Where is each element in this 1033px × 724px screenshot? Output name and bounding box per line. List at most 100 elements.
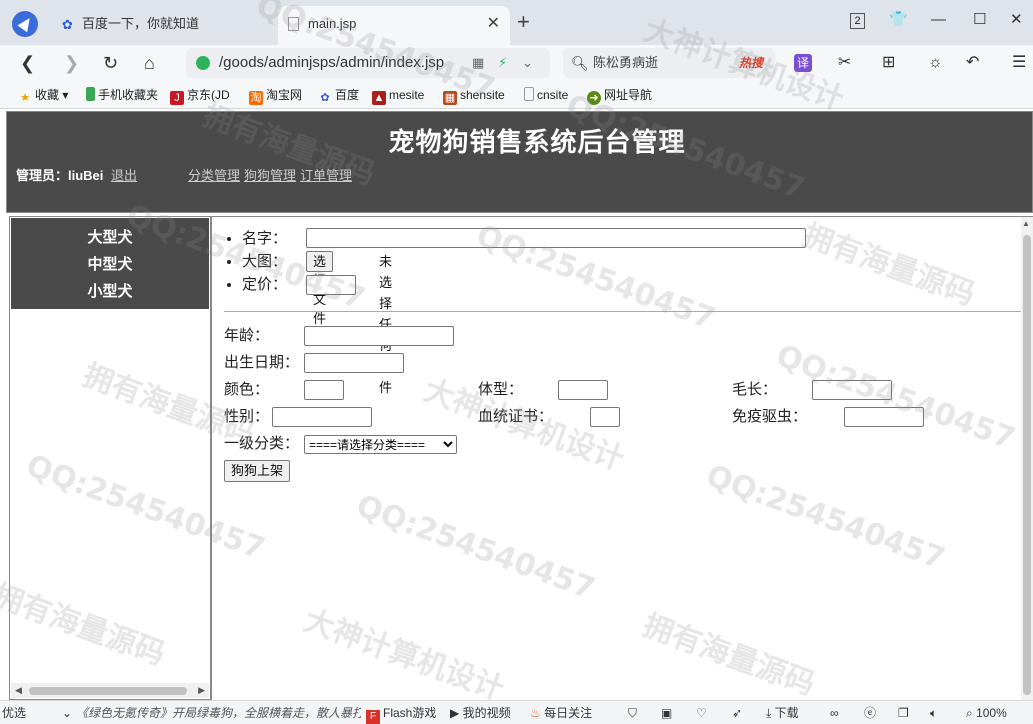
rocket-icon[interactable]: ➶ bbox=[732, 701, 742, 724]
menu-category-manage[interactable]: 分类管理 bbox=[188, 168, 240, 183]
basic-info-list: 名字： 大图： 选择文件 未选择任何文件 定价： bbox=[242, 227, 806, 395]
speaker-icon[interactable]: 🔈︎ bbox=[930, 701, 937, 724]
scissors-icon[interactable]: ✂ bbox=[838, 52, 851, 74]
bookmark-mobile[interactable]: 手机收藏夹 bbox=[86, 81, 158, 109]
image-label: 大图： bbox=[242, 253, 288, 270]
logout-link[interactable]: 退出 bbox=[111, 168, 137, 183]
lightning-icon[interactable]: ⚡ bbox=[498, 48, 507, 78]
undo-icon[interactable]: ↶ bbox=[966, 52, 979, 74]
flash-games[interactable]: F Flash游戏 bbox=[366, 701, 436, 724]
hair-length-input[interactable] bbox=[812, 380, 892, 400]
new-tab-icon[interactable]: + bbox=[517, 10, 530, 34]
size-input[interactable] bbox=[558, 380, 608, 400]
page-icon bbox=[288, 17, 299, 31]
maximize-icon[interactable]: ☐ bbox=[973, 10, 986, 30]
ie-icon[interactable]: ⓔ bbox=[864, 701, 876, 724]
price-input[interactable] bbox=[306, 275, 356, 295]
publish-dog-button[interactable]: 狗狗上架 bbox=[224, 460, 291, 482]
bookmark-favorites[interactable]: ★ 收藏 ▾ bbox=[18, 81, 68, 109]
tab-title: 百度一下，你就知道 bbox=[82, 16, 200, 31]
menu-dog-manage[interactable]: 狗狗管理 bbox=[244, 168, 296, 183]
flash-icon: F bbox=[366, 710, 380, 724]
menu-icon[interactable]: ☰ bbox=[1012, 52, 1026, 74]
main-frame: 名字： 大图： 选择文件 未选择任何文件 定价： 年龄： 出生日期 bbox=[211, 216, 1033, 700]
scroll-thumb[interactable] bbox=[1023, 235, 1031, 695]
my-videos[interactable]: ▶ 我的视频 bbox=[450, 701, 511, 724]
bookmark-jd[interactable]: J 京东(JD bbox=[170, 81, 230, 109]
tab-baidu[interactable]: ✿ 百度一下，你就知道 bbox=[52, 6, 277, 45]
link-icon[interactable]: ∞ bbox=[830, 701, 839, 724]
bookmark-mesite[interactable]: ▲ mesite bbox=[372, 81, 424, 109]
tab-title: main.jsp bbox=[308, 16, 357, 31]
close-window-icon[interactable]: ✕ bbox=[1010, 10, 1023, 30]
baidu-paw-icon: ✿ bbox=[320, 92, 330, 104]
image-row: 大图： 选择文件 未选择任何文件 bbox=[242, 250, 392, 395]
scroll-thumb[interactable] bbox=[29, 687, 187, 695]
hot-search-badge[interactable]: 热搜 bbox=[739, 48, 763, 78]
zoom-control[interactable]: ⌕ 100% bbox=[966, 701, 1007, 724]
search-value: 陈松勇病逝 bbox=[593, 55, 659, 70]
apps-grid-icon[interactable]: ⊞ bbox=[882, 52, 895, 74]
category-large-dog[interactable]: 大型犬 bbox=[11, 224, 209, 251]
back-icon[interactable]: ❮ bbox=[20, 52, 35, 74]
chevron-down-icon[interactable]: ⌄ bbox=[62, 701, 72, 724]
window-icon[interactable]: ❐ bbox=[898, 701, 909, 724]
bookmark-shensite[interactable]: ▦ shensite bbox=[443, 81, 505, 109]
nav-globe-icon: ➜ bbox=[587, 91, 601, 105]
category-small-dog[interactable]: 小型犬 bbox=[11, 278, 209, 305]
address-bar[interactable]: /goods/adminjsps/admin/index.jsp ▦ ⚡ ⌄ bbox=[186, 48, 550, 78]
vaccine-input[interactable] bbox=[844, 407, 924, 427]
price-row: 定价： bbox=[242, 273, 356, 296]
forward-icon[interactable]: ❯ bbox=[64, 52, 79, 74]
menu-order-manage[interactable]: 订单管理 bbox=[300, 168, 352, 183]
birth-date-input[interactable] bbox=[304, 353, 404, 373]
secure-shield-icon bbox=[196, 56, 210, 70]
minimize-icon[interactable]: — bbox=[931, 10, 946, 30]
tab-main-jsp[interactable]: main.jsp ✕ bbox=[278, 6, 510, 45]
qr-code-icon[interactable]: ▦ bbox=[472, 48, 484, 78]
shield-icon[interactable]: ⛉ bbox=[628, 701, 637, 724]
heart-rate-icon[interactable]: ♡ bbox=[696, 701, 707, 724]
shirt-icon[interactable]: 👕 bbox=[889, 10, 908, 30]
category-select[interactable]: ====请选择分类==== bbox=[304, 435, 457, 454]
translate-icon[interactable]: 译 bbox=[794, 54, 812, 72]
brightness-icon[interactable]: ☼ bbox=[928, 52, 943, 74]
category-label: 一级分类： bbox=[224, 435, 300, 452]
name-input[interactable] bbox=[306, 228, 806, 248]
status-news[interactable]: 《绿色无氪传奇》开局绿毒狗，全服横着走，散人暴打 bbox=[76, 701, 361, 724]
hair-label: 毛长： bbox=[732, 381, 778, 398]
search-input[interactable]: 🔍︎ 陈松勇病逝 热搜 bbox=[563, 48, 775, 78]
gender-input[interactable] bbox=[272, 407, 372, 427]
pedigree-input[interactable] bbox=[590, 407, 620, 427]
reload-icon[interactable]: ↻ bbox=[103, 52, 118, 74]
taobao-icon: 淘 bbox=[249, 91, 263, 105]
bookmark-taobao[interactable]: 淘淘宝网 bbox=[249, 81, 302, 109]
scroll-left-icon[interactable]: ◀ bbox=[15, 683, 22, 698]
tab-close-icon[interactable]: ✕ bbox=[487, 6, 500, 42]
category-medium-dog[interactable]: 中型犬 bbox=[11, 251, 209, 278]
window-counter-badge[interactable]: 2 bbox=[850, 13, 865, 29]
browser-logo-icon[interactable] bbox=[12, 11, 38, 37]
browser-tab-bar: ✿ 百度一下，你就知道 main.jsp ✕ + 2 👕 — ☐ ✕ bbox=[0, 0, 1033, 45]
status-preferred[interactable]: 优选 bbox=[2, 701, 26, 724]
horizontal-scrollbar[interactable]: ◀ ▶ bbox=[11, 683, 209, 698]
chevron-down-icon[interactable]: ⌄ bbox=[522, 48, 533, 78]
vertical-scrollbar[interactable]: ▲ bbox=[1021, 217, 1033, 700]
home-icon[interactable]: ⌂ bbox=[144, 52, 155, 74]
search-icon: 🔍︎ bbox=[571, 55, 589, 71]
bookmark-baidu[interactable]: ✿ 百度 bbox=[318, 81, 359, 109]
url-text[interactable]: /goods/adminjsps/admin/index.jsp bbox=[219, 48, 444, 78]
site-title: 宠物狗销售系统后台管理 bbox=[388, 127, 686, 157]
bookmark-nav[interactable]: ➜ 网址导航 bbox=[587, 81, 652, 109]
download-button[interactable]: ⤓ 下载 bbox=[766, 701, 799, 724]
scroll-up-icon[interactable]: ▲ bbox=[1022, 219, 1030, 228]
age-input[interactable] bbox=[304, 326, 454, 346]
daily-focus[interactable]: ♨ 每日关注 bbox=[530, 701, 592, 724]
shensite-icon: ▦ bbox=[443, 91, 457, 105]
bookmark-cnsite[interactable]: cnsite bbox=[524, 81, 568, 109]
choose-file-button[interactable]: 选择文件 bbox=[306, 251, 334, 326]
file-status: 未选择任何文件 bbox=[379, 254, 393, 395]
color-input[interactable] bbox=[304, 380, 344, 400]
image-icon[interactable]: ▣ bbox=[661, 701, 672, 724]
scroll-right-icon[interactable]: ▶ bbox=[198, 683, 205, 698]
